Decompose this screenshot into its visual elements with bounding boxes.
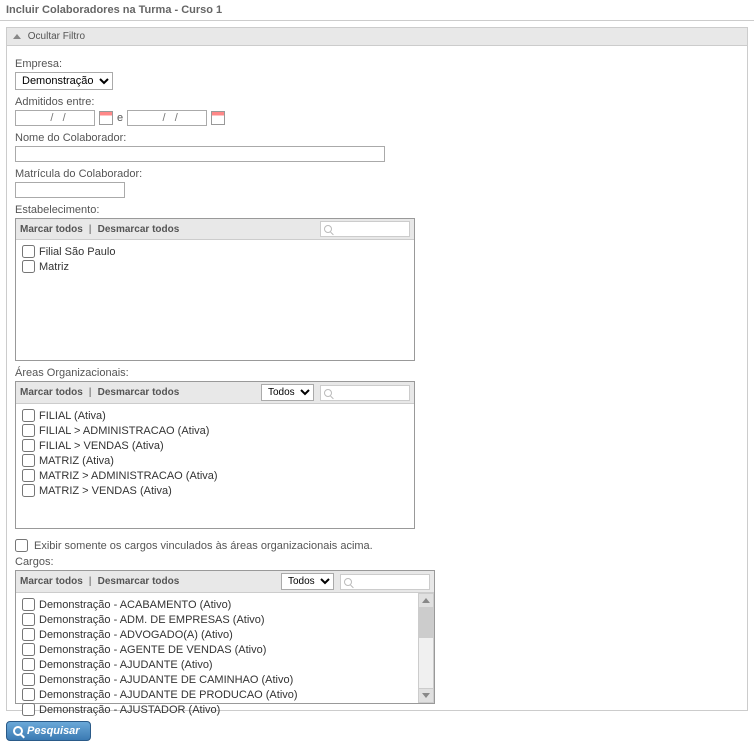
filter-toggle-label: Ocultar Filtro	[28, 31, 85, 42]
item-label: Demonstração - ACABAMENTO (Ativo)	[39, 599, 231, 611]
list-item: Demonstração - AJUDANTE DE PRODUCAO (Ati…	[22, 687, 412, 702]
list-item: Demonstração - ADVOGADO(A) (Ativo)	[22, 627, 412, 642]
cargos-search[interactable]	[340, 574, 430, 590]
list-item: Matriz	[22, 259, 408, 274]
item-checkbox[interactable]	[22, 643, 35, 656]
areas-list: Marcar todos | Desmarcar todos Todos FIL…	[15, 381, 415, 529]
calendar-icon[interactable]	[99, 111, 113, 125]
item-checkbox[interactable]	[22, 688, 35, 701]
areas-label: Áreas Organizacionais:	[15, 367, 739, 379]
pesquisar-button[interactable]: Pesquisar	[6, 721, 91, 741]
item-label: FILIAL (Ativa)	[39, 410, 106, 422]
item-checkbox[interactable]	[22, 613, 35, 626]
item-checkbox[interactable]	[22, 409, 35, 422]
filter-panel: Ocultar Filtro Empresa: Demonstração Adm…	[6, 27, 748, 711]
search-icon	[13, 726, 23, 736]
item-checkbox[interactable]	[22, 703, 35, 716]
date-to-input[interactable]	[127, 110, 207, 126]
cargos-filter-select[interactable]: Todos	[281, 573, 334, 590]
search-icon	[344, 578, 352, 586]
list-item: FILIAL > ADMINISTRACAO (Ativa)	[22, 423, 408, 438]
estab-search[interactable]	[320, 221, 410, 237]
pesquisar-label: Pesquisar	[27, 725, 80, 737]
list-item: FILIAL > VENDAS (Ativa)	[22, 438, 408, 453]
item-label: Demonstração - AJUDANTE (Ativo)	[39, 659, 213, 671]
item-checkbox[interactable]	[22, 628, 35, 641]
search-icon	[324, 389, 332, 397]
calendar-icon[interactable]	[211, 111, 225, 125]
matricula-label: Matrícula do Colaborador:	[15, 168, 739, 180]
item-label: Demonstração - AJUSTADOR (Ativo)	[39, 704, 220, 716]
item-label: MATRIZ (Ativa)	[39, 455, 114, 467]
list-item: Filial São Paulo	[22, 244, 408, 259]
desmarcar-todos-link[interactable]: Desmarcar todos	[98, 387, 180, 398]
estabelecimento-label: Estabelecimento:	[15, 204, 739, 216]
marcar-todos-link[interactable]: Marcar todos	[20, 576, 83, 587]
list-item: Demonstração - AGENTE DE VENDAS (Ativo)	[22, 642, 412, 657]
date-from-input[interactable]	[15, 110, 95, 126]
item-checkbox[interactable]	[22, 454, 35, 467]
item-checkbox[interactable]	[22, 439, 35, 452]
areas-filter-select[interactable]: Todos	[261, 384, 314, 401]
item-label: Matriz	[39, 261, 69, 273]
empresa-label: Empresa:	[15, 58, 739, 70]
item-label: Filial São Paulo	[39, 246, 115, 258]
chevron-down-icon	[422, 693, 430, 698]
list-item: MATRIZ > ADMINISTRACAO (Ativa)	[22, 468, 408, 483]
date-separator: e	[117, 112, 123, 124]
item-label: Demonstração - AJUDANTE DE PRODUCAO (Ati…	[39, 689, 298, 701]
cargos-list: Marcar todos | Desmarcar todos Todos Dem…	[15, 570, 435, 704]
list-item: Demonstração - ACABAMENTO (Ativo)	[22, 597, 412, 612]
nome-input[interactable]	[15, 146, 385, 162]
item-label: MATRIZ > ADMINISTRACAO (Ativa)	[39, 470, 218, 482]
scroll-thumb[interactable]	[419, 608, 433, 638]
list-item: MATRIZ > VENDAS (Ativa)	[22, 483, 408, 498]
marcar-todos-link[interactable]: Marcar todos	[20, 224, 83, 235]
item-checkbox[interactable]	[22, 658, 35, 671]
search-icon	[324, 225, 332, 233]
nome-label: Nome do Colaborador:	[15, 132, 739, 144]
cargos-vinculados-checkbox[interactable]	[15, 539, 28, 552]
item-checkbox[interactable]	[22, 245, 35, 258]
item-checkbox[interactable]	[22, 598, 35, 611]
item-checkbox[interactable]	[22, 424, 35, 437]
list-item: Demonstração - AJUSTADOR (Ativo)	[22, 702, 412, 717]
item-checkbox[interactable]	[22, 673, 35, 686]
list-item: Demonstração - ADM. DE EMPRESAS (Ativo)	[22, 612, 412, 627]
estabelecimento-list: Marcar todos | Desmarcar todos Filial Sã…	[15, 218, 415, 361]
list-item: Demonstração - AJUDANTE DE CAMINHAO (Ati…	[22, 672, 412, 687]
list-item: MATRIZ (Ativa)	[22, 453, 408, 468]
item-label: FILIAL > VENDAS (Ativa)	[39, 440, 164, 452]
desmarcar-todos-link[interactable]: Desmarcar todos	[98, 576, 180, 587]
item-checkbox[interactable]	[22, 484, 35, 497]
chevron-up-icon	[422, 598, 430, 603]
item-checkbox[interactable]	[22, 260, 35, 273]
scroll-up[interactable]	[419, 594, 433, 608]
matricula-input[interactable]	[15, 182, 125, 198]
filter-toggle[interactable]: Ocultar Filtro	[7, 28, 747, 46]
item-label: Demonstração - ADVOGADO(A) (Ativo)	[39, 629, 233, 641]
marcar-todos-link[interactable]: Marcar todos	[20, 387, 83, 398]
item-label: Demonstração - AJUDANTE DE CAMINHAO (Ati…	[39, 674, 293, 686]
desmarcar-todos-link[interactable]: Desmarcar todos	[98, 224, 180, 235]
areas-search[interactable]	[320, 385, 410, 401]
cargos-label: Cargos:	[15, 556, 739, 568]
scrollbar[interactable]	[418, 593, 434, 703]
cargos-vinculados-label: Exibir somente os cargos vinculados às á…	[34, 540, 373, 552]
item-label: Demonstração - AGENTE DE VENDAS (Ativo)	[39, 644, 266, 656]
collapse-icon	[13, 34, 21, 39]
item-label: FILIAL > ADMINISTRACAO (Ativa)	[39, 425, 209, 437]
item-checkbox[interactable]	[22, 469, 35, 482]
item-label: MATRIZ > VENDAS (Ativa)	[39, 485, 172, 497]
list-item: FILIAL (Ativa)	[22, 408, 408, 423]
admitidos-label: Admitidos entre:	[15, 96, 739, 108]
scroll-down[interactable]	[419, 688, 433, 702]
item-label: Demonstração - ADM. DE EMPRESAS (Ativo)	[39, 614, 265, 626]
list-item: Demonstração - AJUDANTE (Ativo)	[22, 657, 412, 672]
page-title: Incluir Colaboradores na Turma - Curso 1	[0, 0, 754, 21]
empresa-select[interactable]: Demonstração	[15, 72, 113, 90]
